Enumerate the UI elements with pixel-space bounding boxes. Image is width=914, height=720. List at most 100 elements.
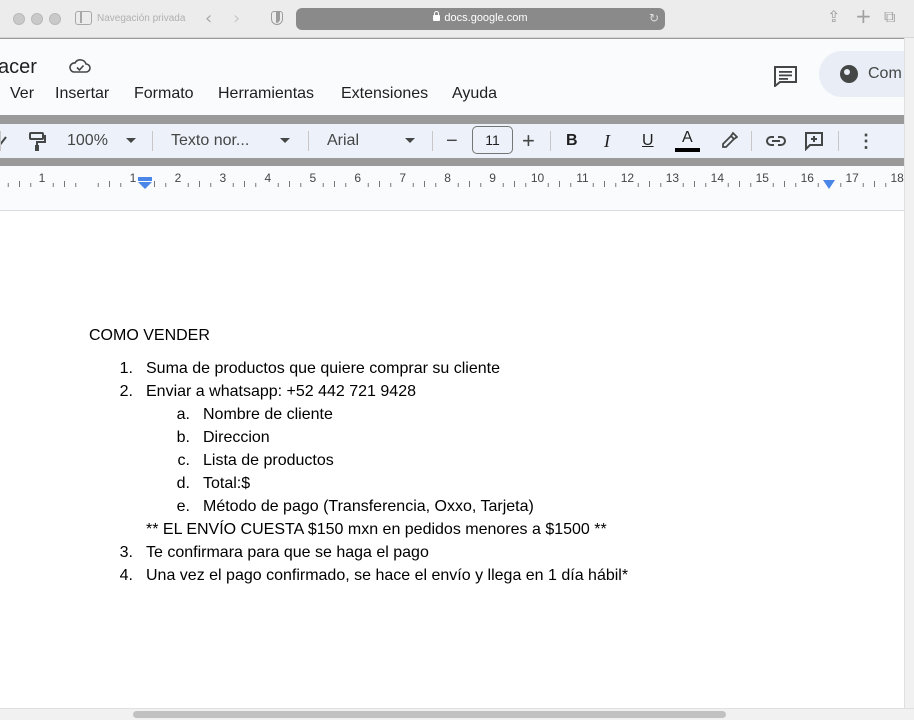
toolbar-separator — [152, 131, 153, 151]
horizontal-scrollbar[interactable] — [0, 708, 914, 720]
menu-extensiones[interactable]: Extensiones — [341, 85, 428, 103]
bold-button[interactable]: B — [566, 124, 578, 158]
list-marker: d. — [176, 475, 190, 492]
formatting-toolbar: 100% Texto nor... Arial − 11 + B I U A ⋮ — [0, 124, 914, 158]
zoom-dropdown-caret-icon[interactable] — [126, 138, 136, 143]
ruler-number: 7 — [399, 171, 407, 185]
private-browsing-label: Navegación privada — [97, 13, 186, 24]
toolbar-separator — [838, 131, 839, 151]
list-item-text[interactable]: Una vez el pago confirmado, se hace el e… — [146, 567, 628, 585]
list-marker: a. — [176, 406, 190, 423]
share-button[interactable]: Com — [819, 51, 914, 97]
browser-titlebar: Navegación privada ‹ › docs.google.com ↻… — [0, 0, 914, 38]
font-dropdown-caret-icon[interactable] — [405, 138, 415, 143]
document-title[interactable]: acer — [0, 56, 37, 79]
list-marker: c. — [177, 452, 190, 469]
insert-link-icon[interactable] — [765, 134, 787, 148]
toolbar-separator — [550, 131, 551, 151]
window-maximize-button[interactable] — [49, 13, 61, 25]
ruler-number: 8 — [444, 171, 451, 185]
reload-icon[interactable]: ↻ — [649, 11, 659, 25]
ruler-number: 11 — [576, 171, 589, 185]
list-item-text[interactable]: Suma de productos que quiere comprar su … — [146, 360, 500, 378]
share-icon[interactable]: ⇪ — [827, 7, 840, 26]
address-bar[interactable]: docs.google.com ↻ — [296, 8, 665, 30]
left-indent-marker-icon[interactable] — [138, 177, 152, 189]
list-item-text[interactable]: Direccion — [203, 429, 270, 447]
list-item-text[interactable]: Te confirmara para que se haga el pago — [146, 544, 429, 562]
list-item-text[interactable]: Total:$ — [203, 475, 250, 493]
comments-icon[interactable] — [773, 65, 798, 87]
ruler-number: 10 — [530, 171, 545, 185]
url-display[interactable]: docs.google.com — [296, 11, 665, 24]
list-item-text[interactable]: ** EL ENVÍO CUESTA $150 mxn en pedidos m… — [146, 521, 607, 539]
list-marker: e. — [176, 498, 190, 515]
window-close-button[interactable] — [13, 13, 25, 25]
more-options-icon[interactable]: ⋮ — [857, 124, 875, 158]
ruler-number: 16 — [800, 171, 814, 185]
font-select[interactable]: Arial — [327, 124, 359, 158]
add-comment-icon[interactable] — [804, 131, 824, 151]
ruler-number: 1 — [129, 171, 137, 185]
list-item-text[interactable]: Enviar a whatsapp: +52 442 721 9428 — [146, 383, 416, 401]
horizontal-scrollbar-thumb[interactable] — [133, 711, 726, 718]
ruler-number: 17 — [845, 171, 859, 185]
increase-font-size-button[interactable]: + — [522, 124, 535, 158]
list-marker: b. — [176, 429, 190, 446]
sidebar-toggle-icon[interactable] — [75, 11, 92, 25]
decrease-font-size-button[interactable]: − — [446, 124, 458, 158]
window-minimize-button[interactable] — [31, 13, 43, 25]
list-marker: 4. — [119, 567, 133, 584]
ruler-number: 3 — [219, 171, 227, 185]
menu-ayuda[interactable]: Ayuda — [452, 85, 497, 103]
right-indent-marker-icon[interactable] — [823, 180, 835, 189]
ruler-number: 18 — [890, 171, 904, 185]
toolbar-separator — [432, 131, 433, 151]
ruler-number: 6 — [354, 171, 362, 185]
docs-header: acer Ver Insertar Formato Herramientas E… — [0, 39, 914, 115]
zoom-select[interactable]: 100% — [67, 124, 108, 158]
privacy-shield-icon[interactable] — [271, 11, 283, 25]
ruler[interactable]: 1 1 2 3 4 5 6 7 8 9 10 11 12 13 14 15 16 17 18 — [0, 166, 904, 196]
cloud-saved-icon[interactable] — [69, 59, 91, 73]
lock-icon — [433, 11, 441, 21]
spellcheck-icon[interactable] — [0, 133, 8, 149]
new-tab-icon[interactable]: + — [855, 4, 872, 28]
share-button-label: Com — [868, 65, 902, 82]
toolbar-separator — [308, 131, 309, 151]
italic-button[interactable]: I — [604, 124, 610, 158]
forward-arrow-icon[interactable]: › — [233, 8, 240, 29]
ruler-number: 9 — [489, 171, 496, 185]
back-arrow-icon[interactable]: ‹ — [205, 8, 212, 29]
document-page[interactable]: COMO VENDER 1. Suma de productos que quie… — [0, 210, 904, 708]
document-canvas: COMO VENDER 1. Suma de productos que quie… — [0, 196, 904, 708]
menu-herramientas[interactable]: Herramientas — [218, 85, 314, 103]
ruler-number: 15 — [755, 171, 769, 185]
url-text: docs.google.com — [444, 12, 528, 24]
tab-overview-icon[interactable]: ⧉ — [884, 7, 895, 27]
list-marker: 1. — [119, 360, 133, 377]
toolbar-separator — [751, 131, 752, 151]
menu-insertar[interactable]: Insertar — [55, 85, 109, 103]
text-color-swatch — [675, 148, 700, 152]
list-marker: 2. — [119, 383, 133, 400]
ruler-number: 2 — [174, 171, 182, 185]
menu-formato[interactable]: Formato — [134, 85, 194, 103]
underline-button[interactable]: U — [642, 124, 654, 158]
ruler-number: 12 — [620, 171, 635, 185]
paragraph-style-select[interactable]: Texto nor... — [171, 124, 249, 158]
ruler-number: 14 — [710, 171, 725, 185]
ruler-number: 13 — [665, 171, 680, 185]
vertical-scrollbar[interactable] — [904, 38, 914, 708]
list-item-text[interactable]: Lista de productos — [203, 452, 334, 470]
style-dropdown-caret-icon[interactable] — [280, 138, 290, 143]
paint-format-icon[interactable] — [28, 131, 46, 151]
list-item-text[interactable]: Método de pago (Transferencia, Oxxo, Tar… — [203, 498, 534, 516]
font-size-input[interactable]: 11 — [472, 126, 513, 154]
menu-ver[interactable]: Ver — [10, 85, 34, 103]
doc-heading[interactable]: COMO VENDER — [89, 327, 210, 345]
highlight-pen-icon[interactable] — [720, 131, 738, 149]
list-marker: 3. — [119, 544, 133, 561]
globe-icon — [840, 65, 858, 83]
list-item-text[interactable]: Nombre de cliente — [203, 406, 333, 424]
